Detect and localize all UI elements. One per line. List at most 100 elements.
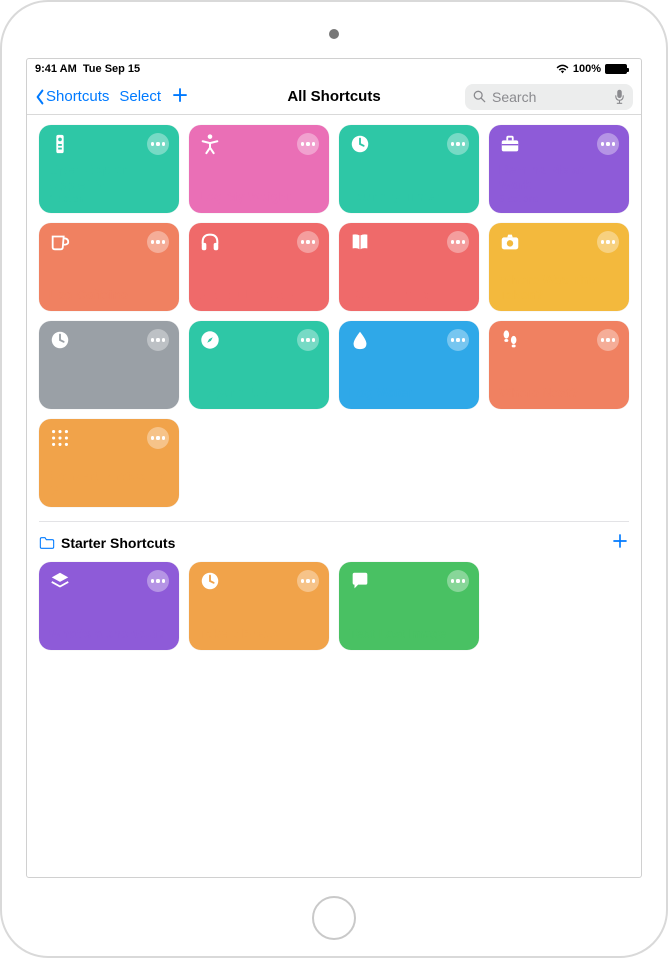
tile-more-button[interactable] bbox=[447, 231, 469, 253]
shortcut-tile[interactable]: Convert Photos To GIF bbox=[39, 419, 179, 507]
tile-more-button[interactable] bbox=[147, 427, 169, 449]
tile-more-button[interactable] bbox=[147, 570, 169, 592]
add-button[interactable] bbox=[171, 85, 189, 109]
shortcut-tile[interactable]: Text Last Image bbox=[339, 562, 479, 650]
tile-header bbox=[49, 329, 169, 351]
tile-text: Convert Photos To GIF bbox=[49, 468, 169, 499]
shortcut-tile[interactable]: What's a shortcut? bbox=[39, 562, 179, 650]
shortcut-tile[interactable]: Where Was This Taken? bbox=[489, 223, 629, 311]
tile-label: Where Next? bbox=[499, 385, 619, 401]
tile-header bbox=[349, 231, 469, 253]
tile-more-button[interactable] bbox=[147, 231, 169, 253]
tile-text: Log Water bbox=[349, 385, 469, 401]
starter-section: Starter Shortcuts What's a shortcut? Take… bbox=[39, 521, 629, 650]
tile-text: Take a Break bbox=[199, 626, 319, 642]
tile-header bbox=[349, 570, 469, 592]
status-left: 9:41 AM Tue Sep 15 bbox=[35, 63, 140, 75]
tile-header bbox=[49, 133, 169, 155]
shortcut-tile[interactable]: Tea Timer bbox=[39, 321, 179, 409]
tile-more-button[interactable] bbox=[597, 329, 619, 351]
tile-more-button[interactable] bbox=[297, 133, 319, 155]
tile-more-button[interactable] bbox=[297, 570, 319, 592]
tile-more-button[interactable] bbox=[147, 133, 169, 155]
tile-more-button[interactable] bbox=[147, 329, 169, 351]
wifi-icon bbox=[556, 64, 569, 74]
nav-bar: Shortcuts Select All Shortcuts Search bbox=[27, 79, 641, 115]
tile-text: Log My Weight bbox=[199, 189, 319, 205]
back-label: Shortcuts bbox=[46, 88, 109, 105]
search-icon bbox=[473, 90, 486, 103]
tile-more-button[interactable] bbox=[447, 570, 469, 592]
starter-grid: What's a shortcut? Take a Break Text Last … bbox=[39, 562, 629, 650]
shortcut-tile[interactable]: Reading Mode bbox=[339, 223, 479, 311]
tile-more-button[interactable] bbox=[597, 231, 619, 253]
tile-label: Log My Weight bbox=[199, 189, 319, 205]
clock-icon bbox=[199, 570, 221, 592]
shortcut-tile[interactable]: Laundry Timer bbox=[339, 125, 479, 213]
cup-icon bbox=[49, 231, 71, 253]
shortcut-tile[interactable]: Where Next? bbox=[489, 321, 629, 409]
home-button[interactable] bbox=[312, 896, 356, 940]
stack-icon bbox=[49, 570, 71, 592]
select-button[interactable]: Select bbox=[119, 88, 161, 105]
drop-icon bbox=[349, 329, 371, 351]
footsteps-icon bbox=[499, 329, 521, 351]
tile-header bbox=[199, 231, 319, 253]
tile-header bbox=[49, 427, 169, 449]
shortcut-tile[interactable]: Remind Me at Work3 actions bbox=[489, 125, 629, 213]
shortcut-tile[interactable]: Open App on Apple TV1 action bbox=[39, 125, 179, 213]
folder-icon bbox=[39, 536, 55, 550]
status-date: Tue Sep 15 bbox=[83, 63, 140, 75]
tile-more-button[interactable] bbox=[297, 329, 319, 351]
camera-dot bbox=[329, 29, 339, 39]
main-grid: Open App on Apple TV1 action Log My Weigh… bbox=[39, 125, 629, 507]
tile-label: What's a shortcut? bbox=[49, 626, 169, 642]
shortcut-tile[interactable]: Take a Break bbox=[189, 562, 329, 650]
shortcut-tile[interactable]: Expand URL bbox=[189, 321, 329, 409]
tile-text: Log Caffeine bbox=[49, 287, 169, 303]
content: Open App on Apple TV1 action Log My Weigh… bbox=[27, 115, 641, 877]
tile-more-button[interactable] bbox=[297, 231, 319, 253]
shortcut-tile[interactable]: Log Water bbox=[339, 321, 479, 409]
tile-label: Where Was This Taken? bbox=[499, 272, 619, 303]
headphones-icon bbox=[199, 231, 221, 253]
tile-more-button[interactable] bbox=[447, 329, 469, 351]
shortcut-tile[interactable]: Log My Weight bbox=[189, 125, 329, 213]
search-field[interactable]: Search bbox=[465, 84, 633, 110]
tile-label: Set Audio Output bbox=[199, 287, 319, 303]
status-right: 100% bbox=[556, 63, 633, 75]
tile-label: Text Last Image bbox=[349, 626, 469, 642]
shortcut-tile[interactable]: Log Caffeine bbox=[39, 223, 179, 311]
back-button[interactable]: Shortcuts bbox=[35, 88, 109, 105]
shortcut-tile[interactable]: Set Audio Output bbox=[189, 223, 329, 311]
tile-header bbox=[199, 329, 319, 351]
tile-text: Laundry Timer bbox=[349, 189, 469, 205]
tile-subtitle: 3 actions bbox=[499, 194, 619, 205]
tile-text: Expand URL bbox=[199, 385, 319, 401]
battery-icon bbox=[605, 64, 627, 74]
tile-label: Reading Mode bbox=[349, 287, 469, 303]
section-add-button[interactable] bbox=[611, 532, 629, 554]
remote-icon bbox=[49, 133, 71, 155]
tile-header bbox=[499, 329, 619, 351]
tile-header bbox=[49, 570, 169, 592]
tile-text: Tea Timer bbox=[49, 385, 169, 401]
tile-text: Where Was This Taken? bbox=[499, 272, 619, 303]
tile-label: Laundry Timer bbox=[349, 189, 469, 205]
nav-left: Shortcuts Select bbox=[35, 85, 189, 109]
book-icon bbox=[349, 231, 371, 253]
tile-more-button[interactable] bbox=[447, 133, 469, 155]
tile-header bbox=[199, 133, 319, 155]
tile-header bbox=[499, 133, 619, 155]
tile-header bbox=[49, 231, 169, 253]
chat-icon bbox=[349, 570, 371, 592]
section-title: Starter Shortcuts bbox=[61, 535, 175, 551]
briefcase-icon bbox=[499, 133, 521, 155]
compass-icon bbox=[199, 329, 221, 351]
tile-label: Expand URL bbox=[199, 385, 319, 401]
tile-more-button[interactable] bbox=[597, 133, 619, 155]
chevron-left-icon bbox=[35, 89, 45, 105]
clock-icon bbox=[49, 329, 71, 351]
tile-text: Where Next? bbox=[499, 385, 619, 401]
plus-icon bbox=[611, 532, 629, 550]
